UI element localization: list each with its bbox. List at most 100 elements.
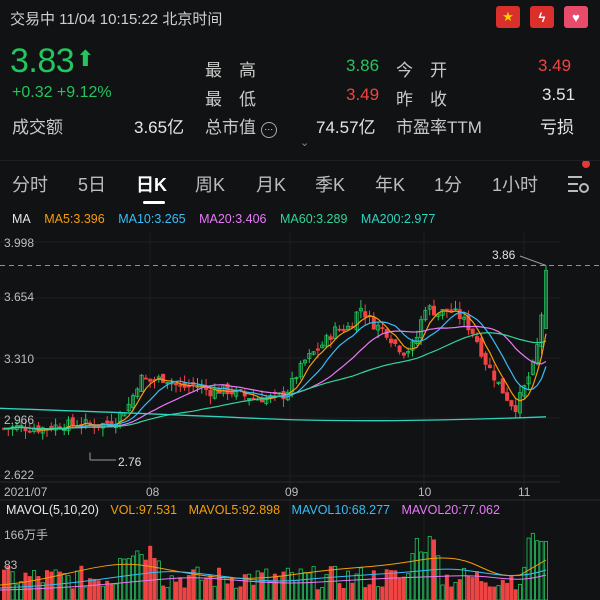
candle-body	[513, 405, 518, 412]
volume-bar	[470, 577, 475, 600]
volume-bar	[290, 572, 295, 600]
volume-bar	[328, 566, 333, 600]
candle-body	[474, 336, 479, 342]
x-tick: 10	[418, 485, 432, 499]
candle-body	[380, 327, 385, 329]
candle-body	[23, 428, 28, 432]
x-tick: 2021/07	[4, 485, 48, 499]
volume-bar	[487, 586, 492, 600]
ma5-line	[4, 310, 547, 431]
candle-body	[470, 328, 475, 335]
candle-body	[483, 352, 488, 365]
mavol20-value: MAVOL20:77.062	[401, 503, 500, 517]
volume-bar	[307, 572, 312, 600]
volume-bar	[126, 558, 131, 600]
candle-body	[449, 309, 454, 312]
volume-bar	[251, 584, 256, 600]
x-tick: 11	[518, 485, 531, 499]
candle-body	[397, 345, 402, 353]
volume-bar	[302, 572, 307, 600]
volume-bar	[75, 570, 80, 600]
volume-bar	[109, 583, 114, 600]
volume-bar	[70, 588, 75, 600]
volume-bar	[397, 578, 402, 600]
candle-body	[371, 317, 376, 330]
volume-bar	[354, 573, 359, 600]
volume-bar	[225, 583, 230, 600]
volume-bar	[496, 585, 501, 600]
candle-body	[509, 400, 514, 407]
candle-body	[148, 378, 153, 382]
volume-bar	[152, 557, 157, 600]
y-tick: 2.966	[4, 413, 35, 427]
volume-bar	[204, 577, 209, 600]
volume-bar	[238, 586, 243, 600]
candle-body	[487, 364, 492, 369]
volume-bar	[83, 586, 88, 600]
candle-body	[337, 328, 342, 331]
volume-bar	[363, 587, 368, 600]
volume-bar	[113, 583, 118, 600]
volume-bar	[414, 537, 419, 600]
volume-bar	[358, 567, 363, 600]
volume-bar	[272, 573, 277, 600]
vol-y-tick: 166万手	[4, 528, 49, 542]
volume-bar	[169, 575, 174, 600]
candle-body	[173, 383, 178, 386]
candle-body	[143, 377, 148, 380]
volume-bar	[49, 571, 54, 600]
volume-bar	[165, 587, 170, 600]
volume-bar	[440, 584, 445, 600]
candle-body	[315, 348, 320, 351]
volume-bar	[367, 584, 372, 600]
volume-bar	[518, 583, 523, 600]
volume-bar	[173, 581, 178, 600]
volume-bar	[53, 569, 58, 600]
mavol5-value: MAVOL5:92.898	[188, 503, 281, 517]
vol-y-tick: 83	[4, 558, 18, 572]
volume-bar	[255, 570, 260, 600]
volume-bar	[32, 570, 37, 600]
volume-bar	[130, 555, 135, 600]
volume-bar	[380, 586, 385, 600]
volume-bar	[371, 570, 376, 600]
x-tick: 09	[285, 485, 299, 499]
candle-body	[388, 338, 393, 344]
volume-bar	[92, 578, 97, 600]
volume-bar	[324, 574, 329, 600]
volume-bar	[96, 580, 101, 600]
candle-body	[208, 390, 213, 397]
candle-body	[328, 336, 333, 340]
y-tick: 3.998	[4, 236, 35, 250]
y-tick: 2.622	[4, 468, 35, 482]
volume-bar	[19, 581, 24, 600]
candle-body	[27, 430, 32, 433]
volume-bar	[513, 589, 518, 600]
volume-bar	[66, 575, 71, 600]
x-tick: 08	[146, 485, 160, 499]
y-tick: 3.310	[4, 352, 35, 366]
candle-body	[393, 339, 398, 345]
volume-bar	[376, 586, 381, 600]
volume-bar	[79, 565, 84, 600]
candle-body	[492, 370, 497, 381]
candle-body	[178, 384, 183, 387]
volume-bar	[444, 574, 449, 600]
volume-bar	[277, 575, 282, 600]
volume-bar	[268, 580, 273, 600]
ma20-line	[4, 325, 547, 430]
volume-bar	[401, 576, 406, 600]
vol-value: VOL:97.531	[110, 503, 178, 517]
volume-bar	[100, 585, 105, 600]
volume-bar	[178, 577, 183, 600]
volume-bar	[535, 540, 540, 600]
volume-bar	[285, 567, 290, 600]
candle-body	[161, 373, 166, 383]
volume-bar	[212, 585, 217, 600]
candle-body	[401, 352, 406, 356]
volume-bar	[156, 560, 161, 600]
mavol10-value: MAVOL10:68.277	[291, 503, 390, 517]
volume-bar	[384, 569, 389, 600]
volume-bar	[182, 587, 187, 600]
volume-bar	[229, 577, 234, 600]
